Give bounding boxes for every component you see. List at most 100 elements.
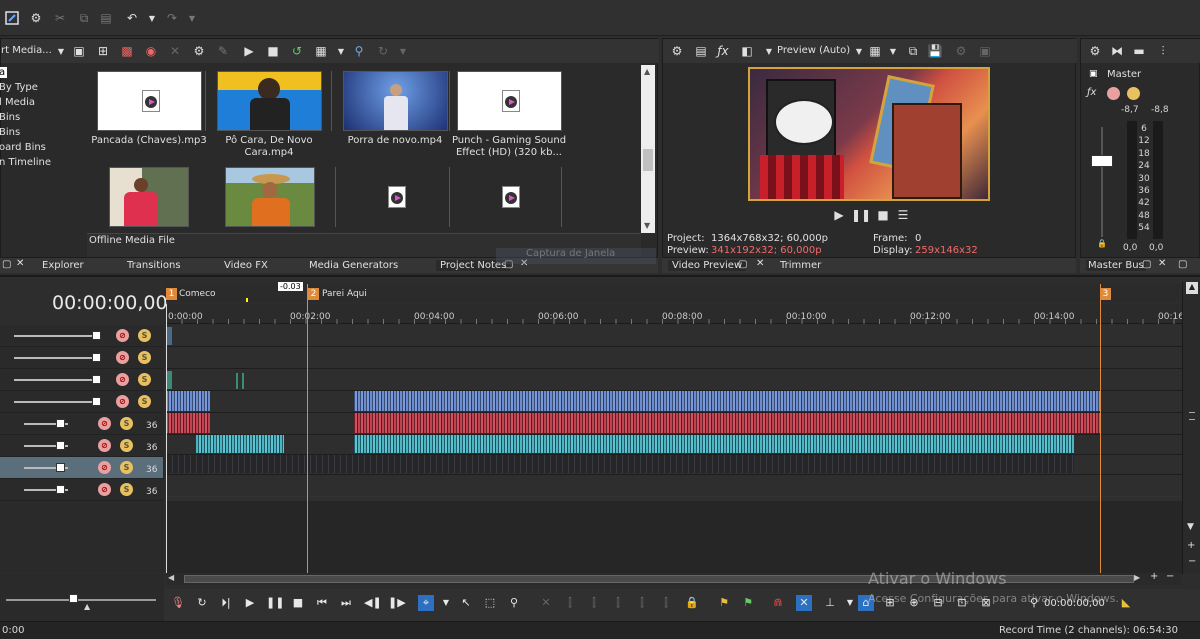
marker-3[interactable]: 3 xyxy=(1100,288,1111,300)
auto-crossfade-icon[interactable]: ✕ xyxy=(796,595,812,611)
region-icon[interactable]: ⚑ xyxy=(740,595,756,611)
refresh-dropdown-icon[interactable]: ▼ xyxy=(395,43,411,59)
preview-device-icon[interactable]: ▤ xyxy=(693,43,709,59)
import-media-icon[interactable]: ▣ xyxy=(71,43,87,59)
tree-item-clipboard-bins[interactable]: oard Bins xyxy=(0,142,46,153)
audio-track-2[interactable] xyxy=(166,435,1182,455)
timeline-hscroll[interactable]: ◀ ▶ + − xyxy=(166,571,1182,585)
split-dropdown-icon[interactable]: ▼ xyxy=(761,43,777,59)
master-fader[interactable] xyxy=(1091,155,1113,167)
close-icon[interactable]: ✕ xyxy=(1158,258,1166,269)
audio-track-3[interactable] xyxy=(166,455,1182,475)
zoom-tool-icon[interactable]: ⚲ xyxy=(506,595,522,611)
web-media-icon[interactable]: ◉ xyxy=(143,43,159,59)
zoom-in-icon[interactable]: + xyxy=(1187,540,1195,551)
split-icon[interactable]: ⫿ xyxy=(634,595,650,611)
playhead[interactable] xyxy=(166,304,167,574)
lock-icon[interactable]: 🔒 xyxy=(1097,239,1107,248)
undo-icon[interactable]: ↶ xyxy=(124,10,140,26)
window-icon[interactable]: ▢ xyxy=(1178,259,1187,270)
marker-icon[interactable]: ⚑ xyxy=(716,595,732,611)
envelope-tool-icon[interactable]: ⬚ xyxy=(482,595,498,611)
solo-icon[interactable]: S xyxy=(120,461,133,474)
stop-icon[interactable]: ■ xyxy=(265,43,281,59)
audio-track-1[interactable] xyxy=(166,413,1182,435)
mute-icon[interactable]: ⊘ xyxy=(116,395,129,408)
tab-explorer[interactable]: Explorer xyxy=(42,260,84,271)
stop-icon[interactable]: ■ xyxy=(290,595,306,611)
solo-icon[interactable]: S xyxy=(120,417,133,430)
mute-icon[interactable] xyxy=(1107,87,1120,100)
track-header-video-1[interactable]: ⊘ S xyxy=(0,325,163,347)
tab-master-bus[interactable]: Master Bus xyxy=(1086,260,1146,271)
go-to-end-icon[interactable]: ⏭ xyxy=(338,595,354,611)
timeline-vscroll[interactable]: ▲ ▼ + − xyxy=(1182,282,1200,574)
audio-clip-strip[interactable] xyxy=(166,455,1074,473)
level-slider[interactable] xyxy=(56,485,65,494)
trim-icon[interactable]: ⫿ xyxy=(562,595,578,611)
mute-icon[interactable]: ⊘ xyxy=(98,483,111,496)
tab-trimmer[interactable]: Trimmer xyxy=(780,260,821,271)
level-slider[interactable] xyxy=(92,375,101,384)
media-thumb-reporter[interactable] xyxy=(109,167,189,227)
split-screen-icon[interactable]: ◧ xyxy=(739,43,755,59)
tree-item-bins-2[interactable]: Bins xyxy=(0,127,20,138)
video-track-3[interactable] xyxy=(166,369,1182,391)
track-header-audio-2[interactable]: ⊘ S 36 xyxy=(0,435,163,457)
tab-video-preview[interactable]: Video Preview xyxy=(668,260,747,271)
play-icon[interactable]: ▶ xyxy=(831,207,847,223)
track-header-audio-3-selected[interactable]: ⊘ S 36 xyxy=(0,457,163,479)
zoom-out-icon[interactable]: − xyxy=(1188,556,1196,567)
media-thumb-po-cara[interactable] xyxy=(217,71,322,131)
gear-icon[interactable]: ⚙ xyxy=(28,10,44,26)
window-icon[interactable]: ▢ xyxy=(1142,259,1151,270)
master-slider[interactable] xyxy=(69,594,78,603)
settings-icon[interactable]: ▣ xyxy=(977,43,993,59)
ripple-dropdown-icon[interactable]: ▼ xyxy=(842,595,858,611)
media-thumb-audio-4[interactable] xyxy=(457,167,562,227)
save-snapshot-icon[interactable]: 💾 xyxy=(927,43,943,59)
tree-item-by-type[interactable]: By Type xyxy=(0,82,38,93)
media-thumb-cowboy[interactable] xyxy=(225,167,315,227)
track-header-video-2[interactable]: ⊘ S xyxy=(0,347,163,369)
media-thumb-punch[interactable] xyxy=(457,71,562,131)
video-track-2[interactable] xyxy=(166,347,1182,369)
loop-icon[interactable]: ↻ xyxy=(194,595,210,611)
chevron-down-icon[interactable]: ▼ xyxy=(53,43,69,59)
normal-edit-tool-icon[interactable]: ⌖ xyxy=(418,595,434,611)
views-icon[interactable]: ▦ xyxy=(313,43,329,59)
marker-1[interactable]: 1 xyxy=(166,288,177,300)
cut-icon[interactable]: ✂ xyxy=(52,10,68,26)
record-icon[interactable]: 🎙 xyxy=(170,595,186,611)
solo-icon[interactable]: S xyxy=(120,439,133,452)
go-to-start-icon[interactable]: ⏮ xyxy=(314,595,330,611)
mute-icon[interactable]: ⊘ xyxy=(98,461,111,474)
prev-frame-icon[interactable]: ◀❚ xyxy=(364,595,382,611)
chevron-down-icon[interactable]: ▼ xyxy=(851,43,867,59)
capture-icon[interactable]: ⊞ xyxy=(95,43,111,59)
window-icon[interactable]: ▢ xyxy=(738,259,747,270)
marker-2[interactable]: 2 xyxy=(308,288,319,300)
remove-icon[interactable]: ✕ xyxy=(167,43,183,59)
close-icon[interactable]: ✕ xyxy=(16,258,24,269)
search-icon[interactable]: ⚲ xyxy=(351,43,367,59)
mute-icon[interactable]: ⊘ xyxy=(116,351,129,364)
tree-item-bins[interactable]: Bins xyxy=(0,112,20,123)
solo-icon[interactable]: S xyxy=(138,373,151,386)
video-track-4[interactable] xyxy=(166,391,1182,413)
fx-icon[interactable]: ƒx xyxy=(1087,87,1096,98)
video-track-1[interactable] xyxy=(166,325,1182,347)
solo-icon[interactable]: S xyxy=(120,483,133,496)
ripple-edit-icon[interactable]: ⊥ xyxy=(822,595,838,611)
tool-dropdown-icon[interactable]: ▼ xyxy=(438,595,454,611)
media-view-dropdown[interactable]: rt Media... xyxy=(1,45,52,56)
tab-media-generators[interactable]: Media Generators xyxy=(309,260,398,271)
auto-preview-icon[interactable]: ↺ xyxy=(289,43,305,59)
next-frame-icon[interactable]: ❚▶ xyxy=(388,595,406,611)
play-icon[interactable]: ▶ xyxy=(241,43,257,59)
get-media-icon[interactable]: ▩ xyxy=(119,43,135,59)
copy-icon[interactable]: ⧉ xyxy=(76,10,92,26)
level-slider[interactable] xyxy=(92,331,101,340)
level-slider[interactable] xyxy=(56,419,65,428)
redo-icon[interactable]: ↷ xyxy=(164,10,180,26)
